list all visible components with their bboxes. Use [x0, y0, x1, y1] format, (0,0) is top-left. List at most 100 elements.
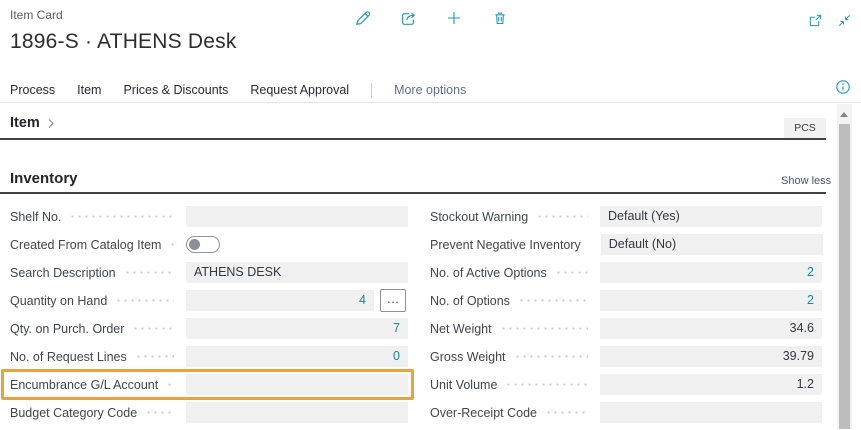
- field-label: Qty. on Purch. Order: [10, 322, 124, 336]
- field-label: Gross Weight: [430, 350, 506, 364]
- field-row-created-from-catalog-item: Created From Catalog Item: [10, 234, 408, 255]
- field-input-quantity-on-hand[interactable]: 4: [186, 290, 374, 311]
- dotted-leader: [69, 215, 174, 218]
- item-section-header[interactable]: Item: [10, 115, 56, 131]
- dotted-leader: [135, 355, 174, 358]
- field-input-qty-on-purch-order[interactable]: 7: [186, 318, 408, 339]
- more-options-button[interactable]: More options: [394, 83, 466, 97]
- dotted-leader: [500, 327, 588, 330]
- field-row-search-description: Search Description ATHENS DESK: [10, 262, 408, 283]
- field-row-over-receipt-code: Over-Receipt Code: [430, 402, 822, 423]
- edit-pencil-icon[interactable]: [353, 9, 371, 27]
- item-section-underline: [0, 138, 826, 140]
- field-input-unit-volume[interactable]: 1.2: [600, 374, 822, 395]
- field-control: [186, 374, 408, 395]
- field-control: 0: [186, 346, 408, 367]
- field-control: 2: [600, 290, 822, 311]
- field-row-gross-weight: Gross Weight 39.79: [430, 346, 822, 367]
- field-control: 39.79: [600, 346, 822, 367]
- field-input-no-of-active-options[interactable]: 2: [600, 262, 822, 283]
- dotted-leader: [514, 355, 589, 358]
- field-input-over-receipt-code[interactable]: [600, 402, 822, 423]
- open-in-new-window-icon[interactable]: [806, 11, 824, 29]
- field-control: 1.2: [600, 374, 822, 395]
- action-request-approval[interactable]: Request Approval: [250, 83, 349, 97]
- field-control: 2: [600, 262, 822, 283]
- scrollbar-thumb[interactable]: [839, 124, 850, 429]
- field-label: Quantity on Hand: [10, 294, 107, 308]
- action-bar: Process Item Prices & Discounts Request …: [10, 80, 466, 100]
- field-control: 34.6: [600, 318, 822, 339]
- field-row-no-of-request-lines: No. of Request Lines 0: [10, 346, 408, 367]
- field-label: Prevent Negative Inventory: [430, 238, 581, 252]
- field-row-quantity-on-hand: Quantity on Hand 4…: [10, 290, 408, 311]
- delete-trash-icon[interactable]: [491, 9, 509, 27]
- field-label: Net Weight: [430, 322, 492, 336]
- field-control: [186, 236, 408, 253]
- inventory-left-column: Shelf No. Created From Catalog Item Sear…: [10, 206, 408, 430]
- action-item[interactable]: Item: [77, 83, 101, 97]
- field-control: Default (No): [601, 234, 823, 255]
- field-input-budget-category-code[interactable]: [186, 402, 408, 423]
- field-input-no-of-request-lines[interactable]: 0: [186, 346, 408, 367]
- field-control: 4…: [186, 289, 408, 312]
- field-input-gross-weight[interactable]: 39.79: [600, 346, 822, 367]
- add-new-icon[interactable]: [445, 9, 463, 27]
- item-section-title: Item: [10, 115, 40, 131]
- field-label: Created From Catalog Item: [10, 238, 161, 252]
- field-label: Budget Category Code: [10, 406, 137, 420]
- action-bar-separator: [371, 83, 372, 98]
- action-bar-divider: [0, 102, 861, 103]
- field-row-no-of-active-options: No. of Active Options 2: [430, 262, 822, 283]
- dotted-leader: [536, 215, 588, 218]
- page-context-label: Item Card: [10, 8, 63, 22]
- field-input-shelf-no[interactable]: [186, 206, 408, 227]
- field-control: [186, 206, 408, 227]
- vertical-scrollbar[interactable]: [837, 104, 852, 429]
- dotted-leader: [518, 299, 588, 302]
- toggle-knob-icon: [189, 239, 200, 250]
- dotted-leader: [115, 299, 174, 302]
- dotted-leader: [124, 271, 174, 274]
- field-row-budget-category-code: Budget Category Code: [10, 402, 408, 423]
- field-control: 7: [186, 318, 408, 339]
- share-icon[interactable]: [399, 9, 417, 27]
- action-prices-discounts[interactable]: Prices & Discounts: [123, 83, 228, 97]
- field-input-prevent-negative-inventory[interactable]: Default (No): [601, 234, 823, 255]
- assist-edit-button[interactable]: …: [380, 289, 406, 312]
- field-label: No. of Options: [430, 294, 510, 308]
- dotted-leader: [132, 327, 174, 330]
- dotted-leader: [166, 383, 174, 386]
- field-row-net-weight: Net Weight 34.6: [430, 318, 822, 339]
- page-toolbar: [353, 9, 509, 27]
- inventory-right-column: Stockout Warning Default (Yes) Prevent N…: [430, 206, 822, 430]
- show-less-link[interactable]: Show less: [781, 175, 831, 187]
- unit-of-measure-badge[interactable]: PCS: [784, 118, 826, 138]
- field-input-stockout-warning[interactable]: Default (Yes): [600, 206, 822, 227]
- info-circle-icon[interactable]: [835, 79, 851, 95]
- field-label: Unit Volume: [430, 378, 497, 392]
- inventory-section-underline: [0, 192, 826, 194]
- field-control: Default (Yes): [600, 206, 822, 227]
- field-control: ATHENS DESK: [186, 262, 408, 283]
- dotted-leader: [169, 243, 174, 246]
- field-row-stockout-warning: Stockout Warning Default (Yes): [430, 206, 822, 227]
- field-input-no-of-options[interactable]: 2: [600, 290, 822, 311]
- toggle-created-from-catalog-item[interactable]: [186, 236, 220, 253]
- field-label: Shelf No.: [10, 210, 61, 224]
- collapse-window-icon[interactable]: [835, 11, 853, 29]
- field-label: Encumbrance G/L Account: [10, 378, 158, 392]
- page-title: 1896-S · ATHENS Desk: [10, 30, 237, 54]
- field-input-encumbrance-g-l-account[interactable]: [186, 374, 408, 395]
- window-controls: [806, 11, 853, 29]
- chevron-right-icon: [46, 118, 56, 129]
- field-label: No. of Active Options: [430, 266, 547, 280]
- field-input-search-description[interactable]: ATHENS DESK: [186, 262, 408, 283]
- action-process[interactable]: Process: [10, 83, 55, 97]
- field-control: [186, 402, 408, 423]
- scrollbar-up-arrow-icon[interactable]: [840, 112, 848, 117]
- field-row-no-of-options: No. of Options 2: [430, 290, 822, 311]
- dotted-leader: [545, 411, 588, 414]
- field-input-net-weight[interactable]: 34.6: [600, 318, 822, 339]
- field-row-unit-volume: Unit Volume 1.2: [430, 374, 822, 395]
